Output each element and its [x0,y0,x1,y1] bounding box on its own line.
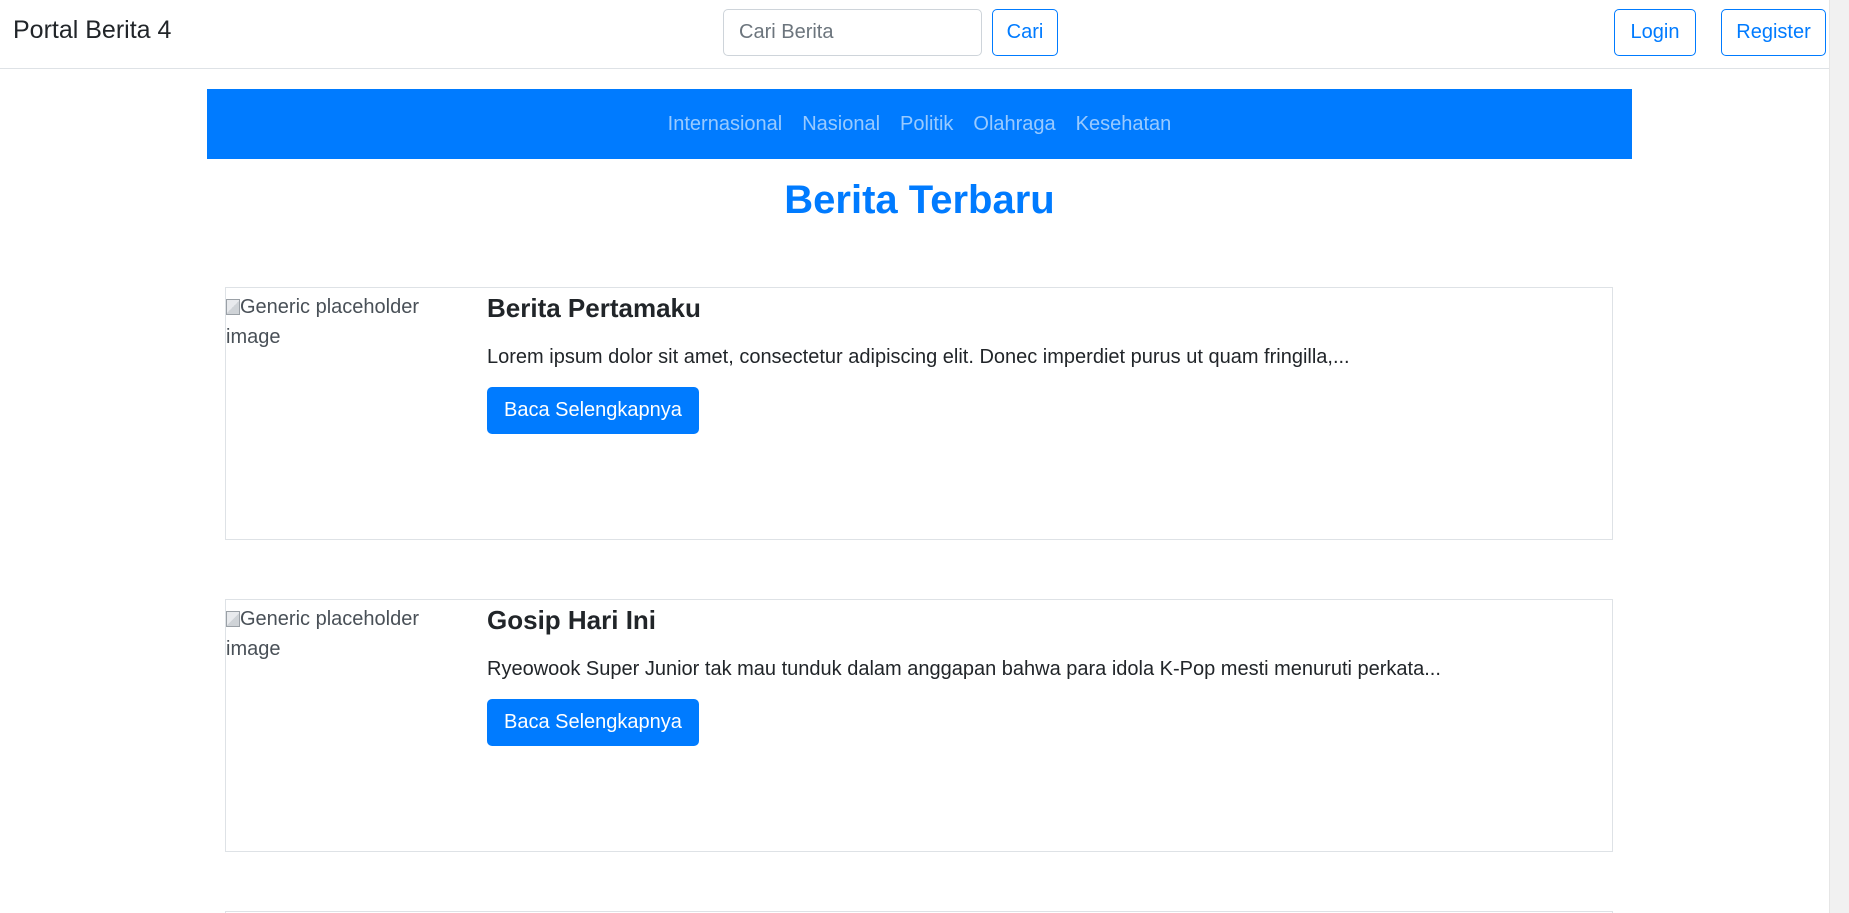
page-scrollbar[interactable] [1829,0,1849,913]
read-more-button[interactable]: Baca Selengkapnya [487,387,699,434]
page-title: Berita Terbaru [784,178,1055,222]
category-link-olahraga[interactable]: Olahraga [963,113,1065,136]
category-nav: Internasional Nasional Politik Olahraga … [207,89,1632,159]
category-link-politik[interactable]: Politik [890,113,963,136]
article-excerpt: Ryeowook Super Junior tak mau tunduk dal… [487,658,1441,680]
article-title: Gosip Hari Ini [487,605,657,635]
article-image: Generic placeholder image [226,288,466,352]
broken-image-icon [226,611,240,627]
login-button[interactable]: Login [1614,9,1696,56]
category-link-kesehatan[interactable]: Kesehatan [1066,113,1182,136]
broken-image-icon [226,299,240,315]
brand-title[interactable]: Portal Berita 4 [13,16,171,45]
article-body: Berita Pertamaku Lorem ipsum dolor sit a… [487,288,1592,434]
read-more-button[interactable]: Baca Selengkapnya [487,699,699,746]
search-button[interactable]: Cari [992,9,1058,56]
article-image-alt: Generic placeholder image [226,296,419,348]
article-card: Generic placeholder image Berita Pertama… [225,287,1613,540]
article-image: Generic placeholder image [226,600,466,664]
category-link-internasional[interactable]: Internasional [658,113,793,136]
top-navbar: Portal Berita 4 Cari Login Register [0,0,1849,69]
article-title: Berita Pertamaku [487,293,701,323]
search-input[interactable] [723,9,982,56]
article-card: Generic placeholder image Gosip Hari Ini… [225,599,1613,852]
category-link-nasional[interactable]: Nasional [792,113,890,136]
register-button[interactable]: Register [1721,9,1826,56]
article-excerpt: Lorem ipsum dolor sit amet, consectetur … [487,346,1350,368]
article-body: Gosip Hari Ini Ryeowook Super Junior tak… [487,600,1592,746]
article-image-alt: Generic placeholder image [226,608,419,660]
